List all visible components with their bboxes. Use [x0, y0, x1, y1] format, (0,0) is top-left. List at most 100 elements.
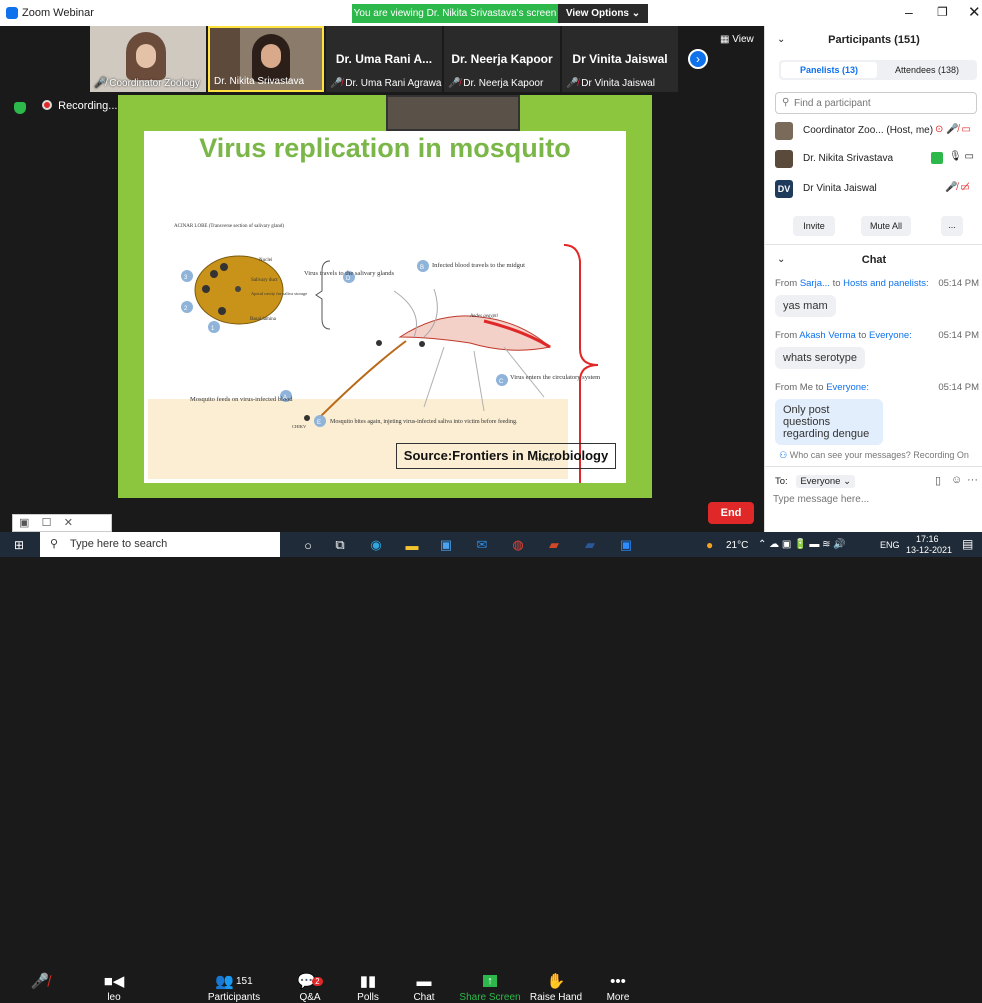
mute-button[interactable]: 🎤̸ [20, 970, 60, 992]
task-view-icon[interactable]: ⧉ [330, 535, 350, 555]
side-panel: ⌄ Participants (151) Panelists (13) Atte… [764, 26, 982, 532]
mic-icon: 🎙 ▭ [949, 151, 974, 162]
qa-button[interactable]: 💬 2 Q&A [280, 970, 340, 1003]
participant-name: Coordinator Zoo... (Host, me) [803, 125, 934, 136]
recipient-select[interactable]: Everyone ⌄ [796, 475, 856, 488]
language[interactable]: ENG [880, 540, 900, 550]
svg-text:C: C [499, 379, 504, 385]
cortana-icon[interactable]: ○ [298, 535, 318, 555]
taskbar-search[interactable]: ⚲ Type here to search [40, 532, 280, 557]
chat-title: Chat [861, 254, 887, 266]
chat-message: From Akash Verma to Everyone: 05:14 PM w… [775, 330, 979, 369]
share-screen-button[interactable]: ↑ Share Screen [458, 970, 522, 1003]
invite-button[interactable]: Invite [793, 216, 835, 236]
shield-icon [14, 102, 26, 114]
avatar [775, 122, 793, 140]
emoji-icon[interactable]: ☺ [951, 474, 962, 486]
to-label: To: [775, 476, 788, 487]
message-meta: From Sarja... to Hosts and panelists: 05… [775, 278, 979, 289]
svg-text:B: B [420, 265, 424, 271]
participants-title: Participants (151) [828, 34, 920, 46]
clock-time[interactable]: 17:16 [916, 534, 939, 544]
next-page-button[interactable]: › [688, 49, 708, 69]
minimize-icon[interactable]: – [905, 4, 913, 20]
windows-start-icon[interactable]: ⊞ [14, 538, 24, 552]
mini-window-controls[interactable]: ▣ ☐ ✕ [12, 514, 112, 532]
zoom-taskbar-icon[interactable]: ▣ [616, 535, 636, 555]
tab-attendees[interactable]: Attendees (138) [879, 62, 975, 78]
notification-icon[interactable]: ▤ [962, 537, 973, 551]
tile-name: 🎤̸ Coordinator Zoology [94, 78, 200, 89]
mosquito-diagram: ACINAR LOBE (Transverse section of saliv… [148, 224, 600, 483]
taskbar: ⊞ ⚲ Type here to search ○ ⧉ ◉ ▬ ▣ ✉ ◍ ▰ … [0, 532, 982, 557]
video-tile-vinita[interactable]: Dr Vinita Jaiswal 🎤̸ Dr Vinita Jaiswal [562, 26, 678, 92]
search-input[interactable] [794, 95, 972, 111]
viewing-banner: You are viewing Dr. Nikita Srivastava's … [352, 4, 558, 23]
qa-badge: 2 [312, 976, 323, 986]
shared-screen: Virus replication in mosquito ACINAR LOB… [118, 95, 652, 498]
chat-button[interactable]: ▬ Chat [394, 970, 454, 1003]
taskbar-search-text: Type here to search [70, 538, 168, 550]
file-icon[interactable]: ▯ [935, 474, 941, 487]
video-button[interactable]: ■◀ leo [84, 970, 144, 1003]
share-status-icon [931, 152, 943, 164]
tray-icons[interactable]: ⌃ ☁ ▣ 🔋 ▬ ≋ 🔊 [758, 539, 846, 550]
weather-temp: 21°C [726, 540, 749, 551]
avatar: DV [775, 180, 793, 198]
raise-hand-button[interactable]: ✋ Raise Hand [526, 970, 586, 1003]
status-icons: ⊙ 🎤̸ ▭ [935, 124, 971, 135]
recording-indicator[interactable]: Recording... [42, 100, 117, 112]
video-tile-uma[interactable]: Dr. Uma Rani A... 🎤̸ Dr. Uma Rani Agrawa… [326, 26, 442, 92]
more-options-button[interactable]: ... [941, 216, 963, 236]
label-feeds: Mosquito feeds on virus-infected blood [190, 396, 293, 403]
participant-row[interactable]: Coordinator Zoo... (Host, me) ⊙ 🎤̸ ▭ [775, 122, 979, 142]
chrome-icon[interactable]: ◍ [508, 535, 528, 555]
more-chat-icon[interactable]: ··· [967, 474, 978, 486]
tile-name: 🎤̸ Dr. Neerja Kapoor [448, 78, 544, 89]
label-salivary-duct: Salivary duct [251, 278, 278, 283]
participant-row[interactable]: Dr. Nikita Srivastava 🎙 ▭ [775, 150, 979, 170]
chat-message: From Me to Everyone: 05:14 PM Only post … [775, 382, 979, 445]
weather-icon: ● [706, 538, 714, 552]
file-explorer-icon[interactable]: ▬ [402, 535, 422, 555]
label-enters: Virus enters the circulatory system [510, 374, 600, 381]
tile-name: Dr. Nikita Srivastava [214, 76, 305, 87]
video-tile-neerja[interactable]: Dr. Neerja Kapoor 🎤̸ Dr. Neerja Kapoor [444, 26, 560, 92]
participants-button[interactable]: 👥 151 Participants [204, 970, 264, 1003]
who-can-see-link[interactable]: ⚇ Who can see your messages? Recording O… [765, 450, 982, 461]
mute-all-button[interactable]: Mute All [861, 216, 911, 236]
search-field[interactable]: ⚲ [775, 92, 977, 114]
view-button[interactable]: ▦ View [720, 34, 754, 45]
end-button[interactable]: End [708, 502, 754, 524]
powerpoint-icon[interactable]: ▰ [544, 535, 564, 555]
store-icon[interactable]: ▣ [436, 535, 456, 555]
view-options-button[interactable]: View Options ⌄ [558, 4, 648, 23]
polls-button[interactable]: ▮▮ Polls [338, 970, 398, 1003]
tile-name: 🎤̸ Dr Vinita Jaiswal [566, 78, 655, 89]
avatar [775, 150, 793, 168]
label-apical: Apical cavity for saliva storage [251, 291, 307, 296]
video-tile-coordinator[interactable]: 🎤̸ Coordinator Zoology [90, 26, 206, 92]
mail-icon[interactable]: ✉ [472, 535, 492, 555]
restore-icon[interactable]: ❐ [937, 5, 948, 19]
message-text: Only post questions regarding dengue [775, 399, 883, 445]
word-icon[interactable]: ▰ [580, 535, 600, 555]
video-tile-nikita[interactable]: Dr. Nikita Srivastava [208, 26, 324, 92]
svg-text:E: E [317, 420, 321, 426]
participant-row[interactable]: DV Dr Vinita Jaiswal 🎤̸ ▭̸ [775, 180, 979, 200]
more-button[interactable]: ••• More [588, 970, 648, 1003]
close-icon[interactable]: ✕ [968, 3, 981, 21]
svg-text:A: A [283, 395, 287, 401]
slide-image-top [386, 95, 520, 131]
to-row: To: Everyone ⌄ [775, 475, 856, 488]
label-nuclei: Nuclei [259, 258, 273, 263]
message-input[interactable] [773, 494, 977, 526]
zoom-logo-icon [6, 7, 18, 19]
clock-date[interactable]: 13-12-2021 [906, 545, 952, 555]
edge-icon[interactable]: ◉ [366, 535, 386, 555]
message-text: whats serotype [775, 347, 865, 369]
tab-panelists[interactable]: Panelists (13) [781, 62, 877, 78]
search-icon: ⚲ [782, 97, 790, 108]
svg-text:D: D [346, 276, 351, 282]
label-basal: Basal lamina [250, 317, 277, 322]
